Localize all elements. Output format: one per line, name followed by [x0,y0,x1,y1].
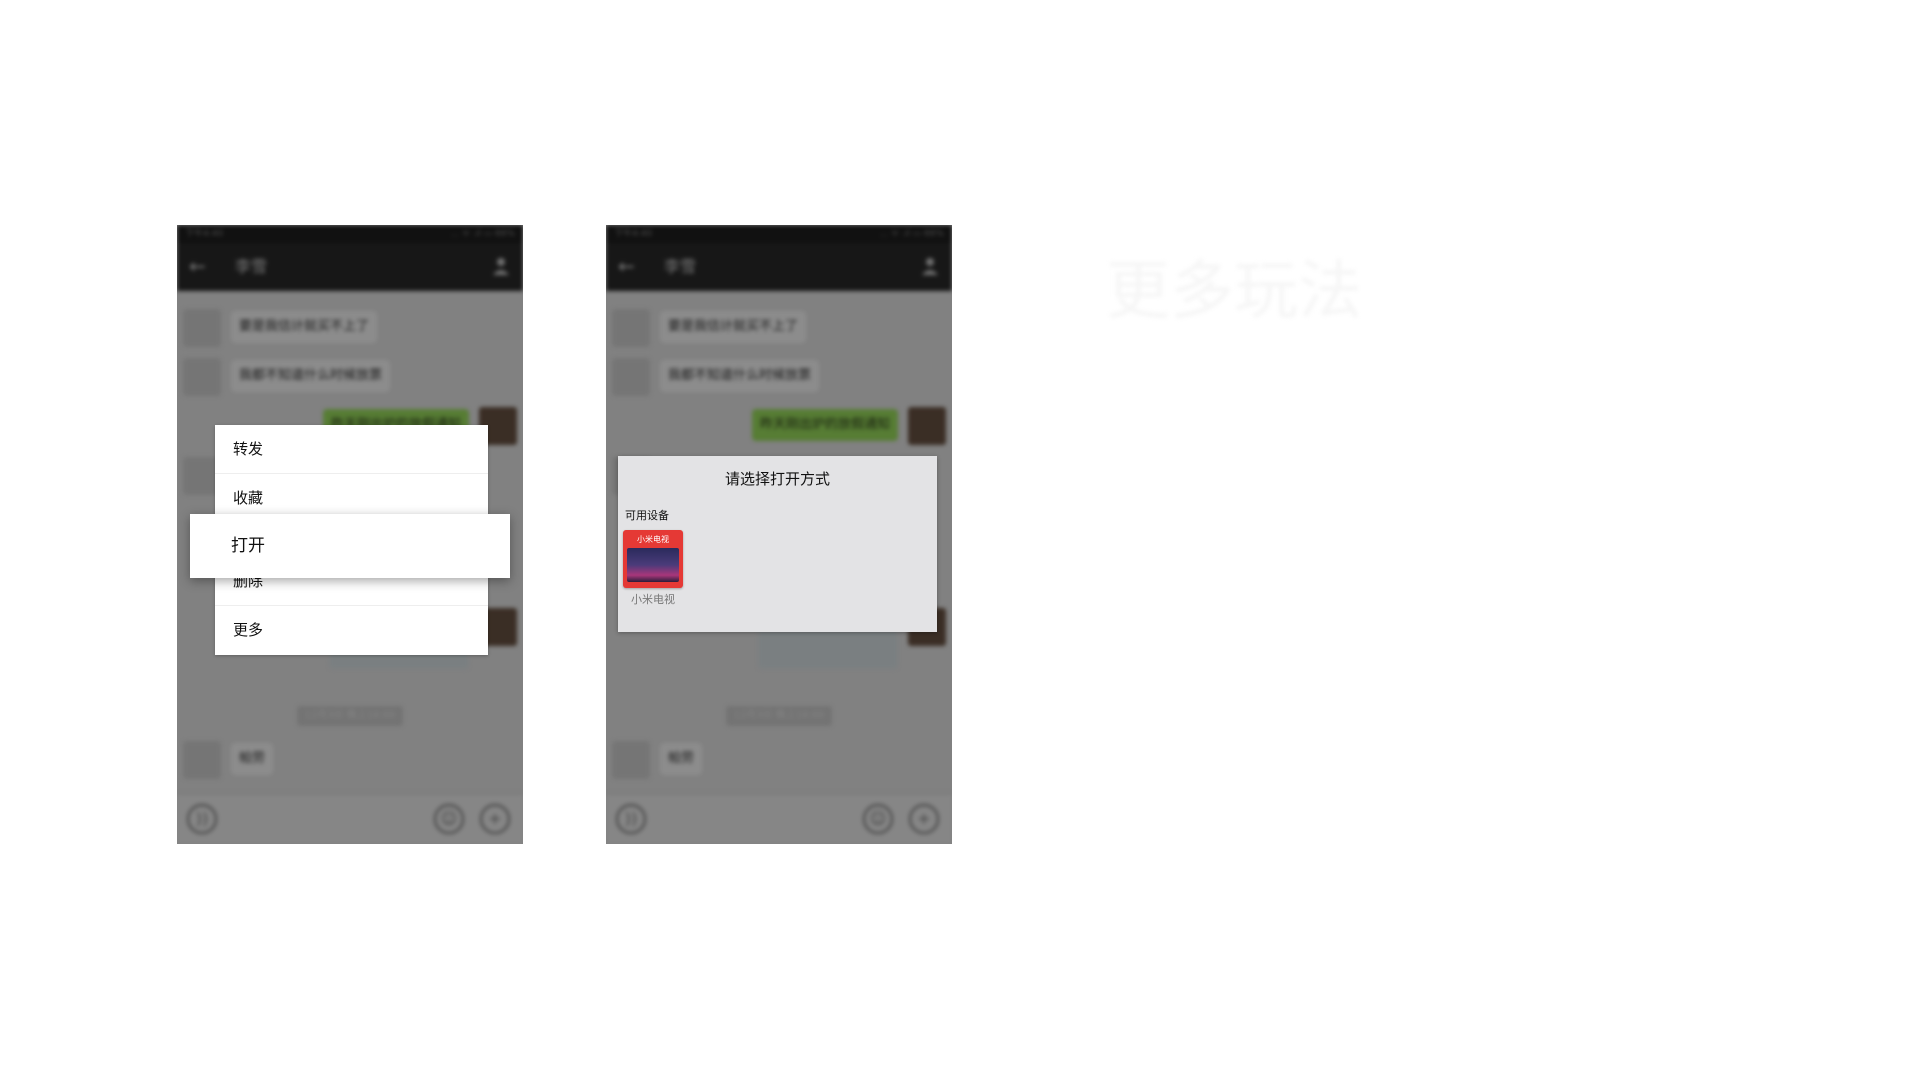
available-devices-label: 可用设备 [625,509,669,522]
menu-item-forward[interactable]: 转发 [215,425,488,474]
tv-screen-image [627,548,679,582]
tv-brand-label: 小米电视 [637,535,669,544]
menu-item-more[interactable]: 更多 [215,606,488,655]
phone-screen-context-menu: 下午4:40 ... ᯤ .ıl ▭ 66% ← 李雪 要是我估计就买不上了 我… [177,225,523,844]
menu-item-open[interactable]: 打开 [190,514,510,578]
tv-device-icon[interactable]: 小米电视 [623,530,683,588]
device-name[interactable]: 小米电视 [620,591,686,607]
open-with-dialog: 请选择打开方式 可用设备 小米电视 小米电视 [618,456,937,632]
dialog-title: 请选择打开方式 [724,470,830,488]
phone-screen-open-with: 下午4:40 ... ᯤ .ıl ▭ 66% ← 李雪 要是我估计就买不上了 我… [606,225,952,844]
side-heading: 更多玩法 [1106,255,1362,329]
